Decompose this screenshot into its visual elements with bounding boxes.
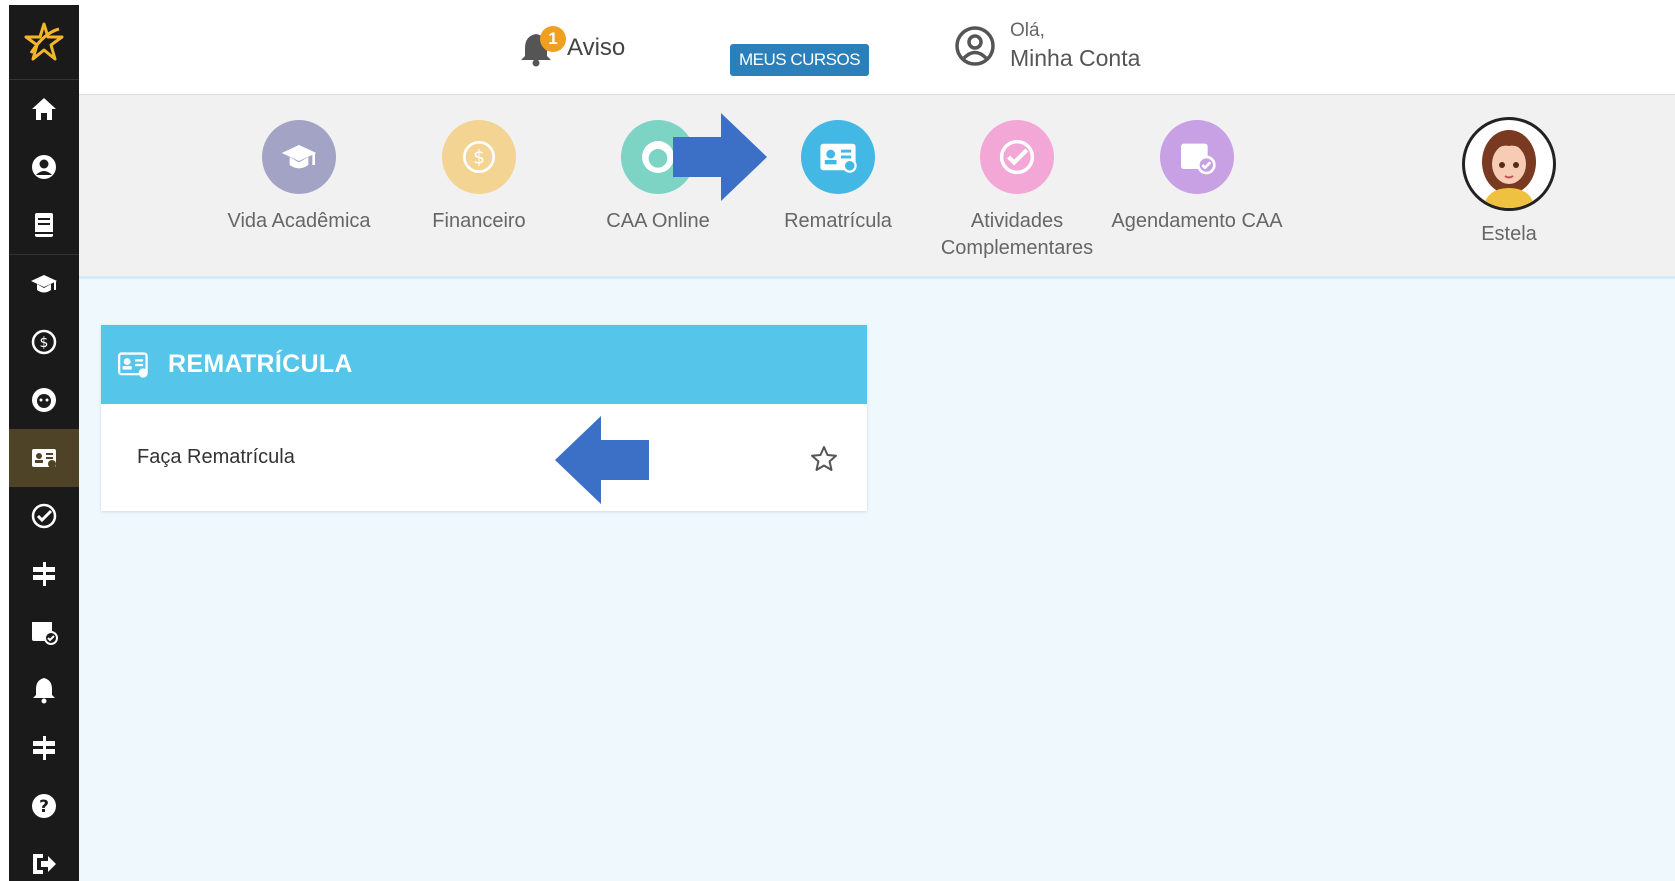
dollar-circle-icon: $ (463, 141, 495, 173)
sidebar-item-caa-online[interactable] (9, 371, 79, 429)
notification-badge: 1 (540, 26, 566, 52)
sidebar-item-signpost-2[interactable] (9, 719, 79, 777)
module-agendamento-caa[interactable]: Agendamento CAA (1097, 120, 1297, 235)
rematricula-card: REMATRÍCULA Faça Rematrícula (101, 325, 867, 511)
sidebar-item-home[interactable] (9, 80, 79, 138)
graduation-cap-icon (281, 145, 317, 169)
avatar-illustration (1482, 130, 1536, 208)
sidebar-item-profile[interactable] (9, 138, 79, 196)
greeting-text: Olá, (1010, 20, 1045, 41)
logo[interactable] (9, 5, 79, 80)
module-financeiro[interactable]: $ Financeiro (379, 120, 579, 235)
module-label: Agendamento CAA (1111, 210, 1283, 232)
sidebar-item-agendamento[interactable] (9, 603, 79, 661)
favorite-star-icon[interactable] (809, 444, 839, 474)
main-content: REMATRÍCULA Faça Rematrícula (79, 279, 1675, 881)
module-circle (801, 120, 875, 194)
bell-icon (33, 678, 55, 704)
signpost-icon (33, 562, 55, 586)
annotation-arrow-left (555, 416, 649, 504)
meus-cursos-button[interactable]: MEUS CURSOS (730, 44, 870, 76)
svg-text:$: $ (473, 148, 485, 169)
account-menu[interactable]: Olá, Minha Conta (954, 20, 1140, 72)
user-circle-icon (32, 155, 56, 179)
star-logo-icon (24, 22, 64, 61)
card-header: REMATRÍCULA (101, 325, 867, 404)
account-icon (955, 26, 995, 66)
id-card-icon (820, 143, 857, 173)
support-face-icon (642, 141, 674, 173)
sidebar-item-help[interactable]: ? (9, 777, 79, 835)
sidebar-item-atividades[interactable] (9, 487, 79, 545)
module-atividades-complementares[interactable]: Atividades Complementares (917, 120, 1117, 262)
aviso-label: Aviso (567, 34, 626, 61)
graduation-cap-icon (31, 275, 57, 293)
sidebar-item-rematricula[interactable] (9, 429, 79, 487)
module-label: Vida Acadêmica (227, 210, 371, 232)
svg-text:?: ? (39, 797, 49, 817)
sidebar-item-signpost[interactable] (9, 545, 79, 603)
faca-rematricula-link[interactable]: Faça Rematrícula (101, 404, 867, 511)
sidebar-item-book[interactable] (9, 196, 79, 254)
sidebar-item-vida-academica[interactable] (9, 255, 79, 313)
item-label: Faça Rematrícula (137, 446, 295, 468)
module-strip: Vida Acadêmica $ Financeiro CAA Online R… (79, 95, 1675, 279)
sidebar-item-logout[interactable] (9, 835, 79, 881)
module-label: Financeiro (432, 210, 526, 232)
dollar-circle-icon: $ (31, 329, 57, 355)
module-circle (1160, 120, 1234, 194)
aviso-bell: 1 (519, 26, 566, 68)
module-circle: $ (442, 120, 516, 194)
module-label: Atividades Complementares (940, 210, 1094, 259)
id-card-icon (118, 351, 148, 378)
module-label: CAA Online (606, 210, 710, 232)
help-icon: ? (32, 794, 56, 818)
logout-icon (33, 854, 56, 874)
signpost-icon (33, 736, 55, 760)
home-icon (32, 98, 56, 120)
module-vida-academica[interactable]: Vida Acadêmica (199, 120, 399, 235)
avatar (1462, 117, 1556, 211)
aviso-button[interactable]: 1 Aviso (519, 26, 626, 68)
top-bar: 1 Aviso MEUS CURSOS Olá, Minha Conta (79, 0, 1675, 95)
module-label: Rematrícula (784, 210, 892, 232)
card-title: REMATRÍCULA (168, 350, 353, 378)
svg-text:$: $ (40, 335, 49, 351)
module-circle (980, 120, 1054, 194)
profile-name: Estela (1481, 223, 1537, 245)
profile[interactable]: Estela (1409, 117, 1609, 246)
id-card-icon (32, 449, 56, 468)
check-circle-icon (31, 503, 57, 529)
support-face-icon (32, 388, 56, 412)
calendar-check-icon (1181, 143, 1216, 175)
sidebar: $ ? (9, 5, 79, 881)
calendar-check-icon (32, 622, 58, 645)
book-icon (35, 213, 53, 237)
sidebar-item-financeiro[interactable]: $ (9, 313, 79, 371)
sidebar-item-notifications[interactable] (9, 661, 79, 719)
account-label: Minha Conta (1010, 45, 1141, 71)
module-circle (262, 120, 336, 194)
annotation-arrow-right (673, 113, 767, 201)
check-circle-icon (999, 139, 1035, 175)
